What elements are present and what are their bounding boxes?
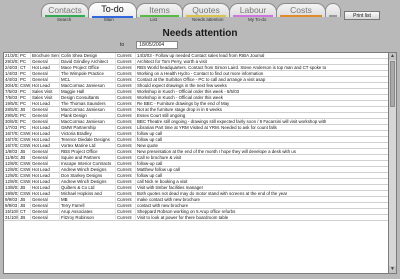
row-who: JB	[19, 214, 31, 221]
tab-to-do[interactable]: To-do	[88, 2, 137, 18]
tab-label: Quotes	[192, 5, 220, 15]
sub-link[interactable]: My To-do	[248, 17, 266, 22]
tab-color-strip	[233, 15, 273, 17]
list-scrollbar[interactable]: ▲ ▼	[389, 52, 397, 274]
tab-label: Labour	[239, 5, 267, 15]
tab-color-strip	[92, 16, 133, 18]
tab-label: Costs	[290, 5, 312, 15]
tab-label: To-do	[101, 4, 124, 14]
tab-extra[interactable]	[325, 3, 341, 17]
tab-items[interactable]: Items	[136, 3, 183, 17]
tab-color-strip	[186, 15, 226, 17]
sub-link[interactable]: Search	[57, 17, 71, 22]
row-type: General	[31, 214, 60, 221]
row-note: Visit to look at power for there boardro…	[137, 214, 229, 220]
row-date: 31/10/03	[5, 214, 19, 221]
page-title: Needs attention	[162, 28, 238, 39]
tab-contacts[interactable]: Contacts	[41, 3, 89, 17]
tab-color-strip	[140, 15, 179, 17]
tab-labour[interactable]: Labour	[229, 3, 277, 17]
tab-costs[interactable]: Costs	[276, 3, 326, 17]
tab-quotes[interactable]: Quotes	[182, 3, 230, 17]
scroll-up-icon[interactable]: ▲	[389, 53, 396, 60]
tab-color-strip	[280, 15, 322, 17]
to-date-field[interactable]: 18/05/2004	[136, 41, 179, 49]
tab-label: Contacts	[48, 5, 82, 15]
date-filter: to 18/05/2004	[120, 41, 179, 49]
sub-link[interactable]: List	[150, 17, 157, 22]
sub-link[interactable]: Needs attention	[192, 17, 224, 22]
row-name: Fitzroy Robinson	[60, 214, 116, 221]
print-list-button[interactable]: Print list	[344, 11, 380, 20]
scroll-thumb[interactable]	[390, 61, 395, 107]
scroll-down-icon[interactable]: ▼	[389, 266, 396, 273]
list-row[interactable]: 31/10/03JBGeneralFitzroy RobinsonCurrent…	[4, 214, 388, 221]
tab-bar: Contacts Search To-do Main Items List Quotes Ne…	[0, 0, 400, 28]
to-label: to	[120, 42, 125, 48]
tab-color-strip	[329, 15, 337, 17]
row-status: Current	[116, 214, 136, 221]
tab-color-strip	[45, 15, 85, 17]
attention-list: 21/3/03 PC Brochure Sent Colin Shea Design C…	[3, 52, 389, 274]
tab-label: Items	[149, 5, 170, 15]
